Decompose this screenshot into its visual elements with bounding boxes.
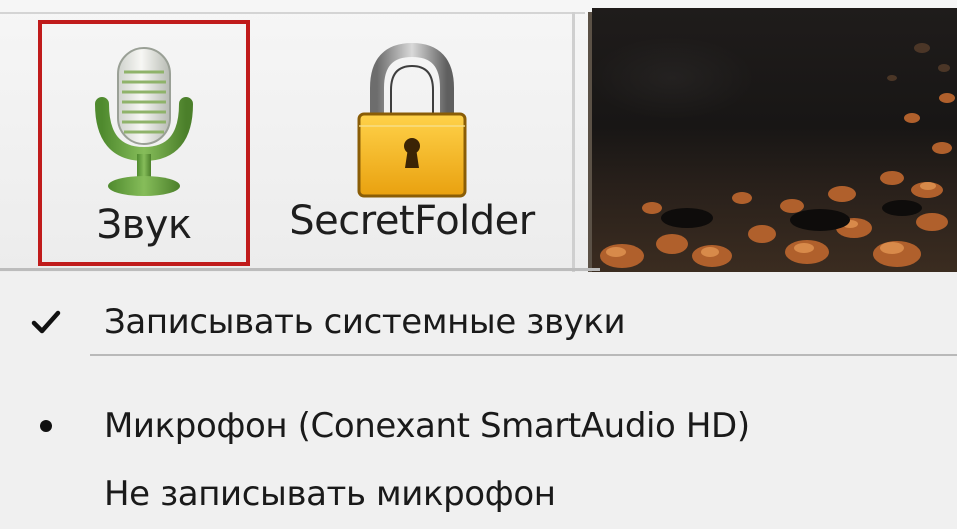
menu-item-label: Не записывать микрофон (104, 474, 556, 514)
preview-image (592, 8, 957, 272)
sound-button[interactable]: Звук (38, 20, 250, 266)
checkmark-icon (26, 302, 66, 342)
sound-dropdown-menu: Записывать системные звуки Микрофон (Con… (0, 272, 957, 529)
rocky-terrain-image (600, 43, 955, 268)
menu-item-no-microphone[interactable]: Не записывать микрофон (0, 460, 957, 529)
toolbar-separator (572, 12, 575, 272)
app-window: Звук SecretFolder Записывать системные з… (0, 0, 957, 529)
toolbar-bottom-border (0, 268, 600, 271)
menu-item-label: Микрофон (Conexant SmartAudio HD) (104, 406, 750, 446)
secret-folder-label: SecretFolder (289, 198, 535, 244)
sound-button-label: Звук (96, 202, 192, 248)
secret-folder-button[interactable]: SecretFolder (262, 20, 562, 266)
menu-divider (90, 354, 957, 356)
menu-item-microphone-conexant[interactable]: Микрофон (Conexant SmartAudio HD) (0, 392, 957, 464)
radio-bullet-icon (26, 406, 66, 446)
padlock-icon (357, 42, 467, 198)
toolbar-top-border (0, 12, 585, 14)
toolbar: Звук SecretFolder (0, 0, 957, 275)
menu-item-record-system-sounds[interactable]: Записывать системные звуки (0, 290, 957, 362)
microphone-icon (95, 47, 193, 196)
menu-item-label: Записывать системные звуки (104, 302, 626, 342)
